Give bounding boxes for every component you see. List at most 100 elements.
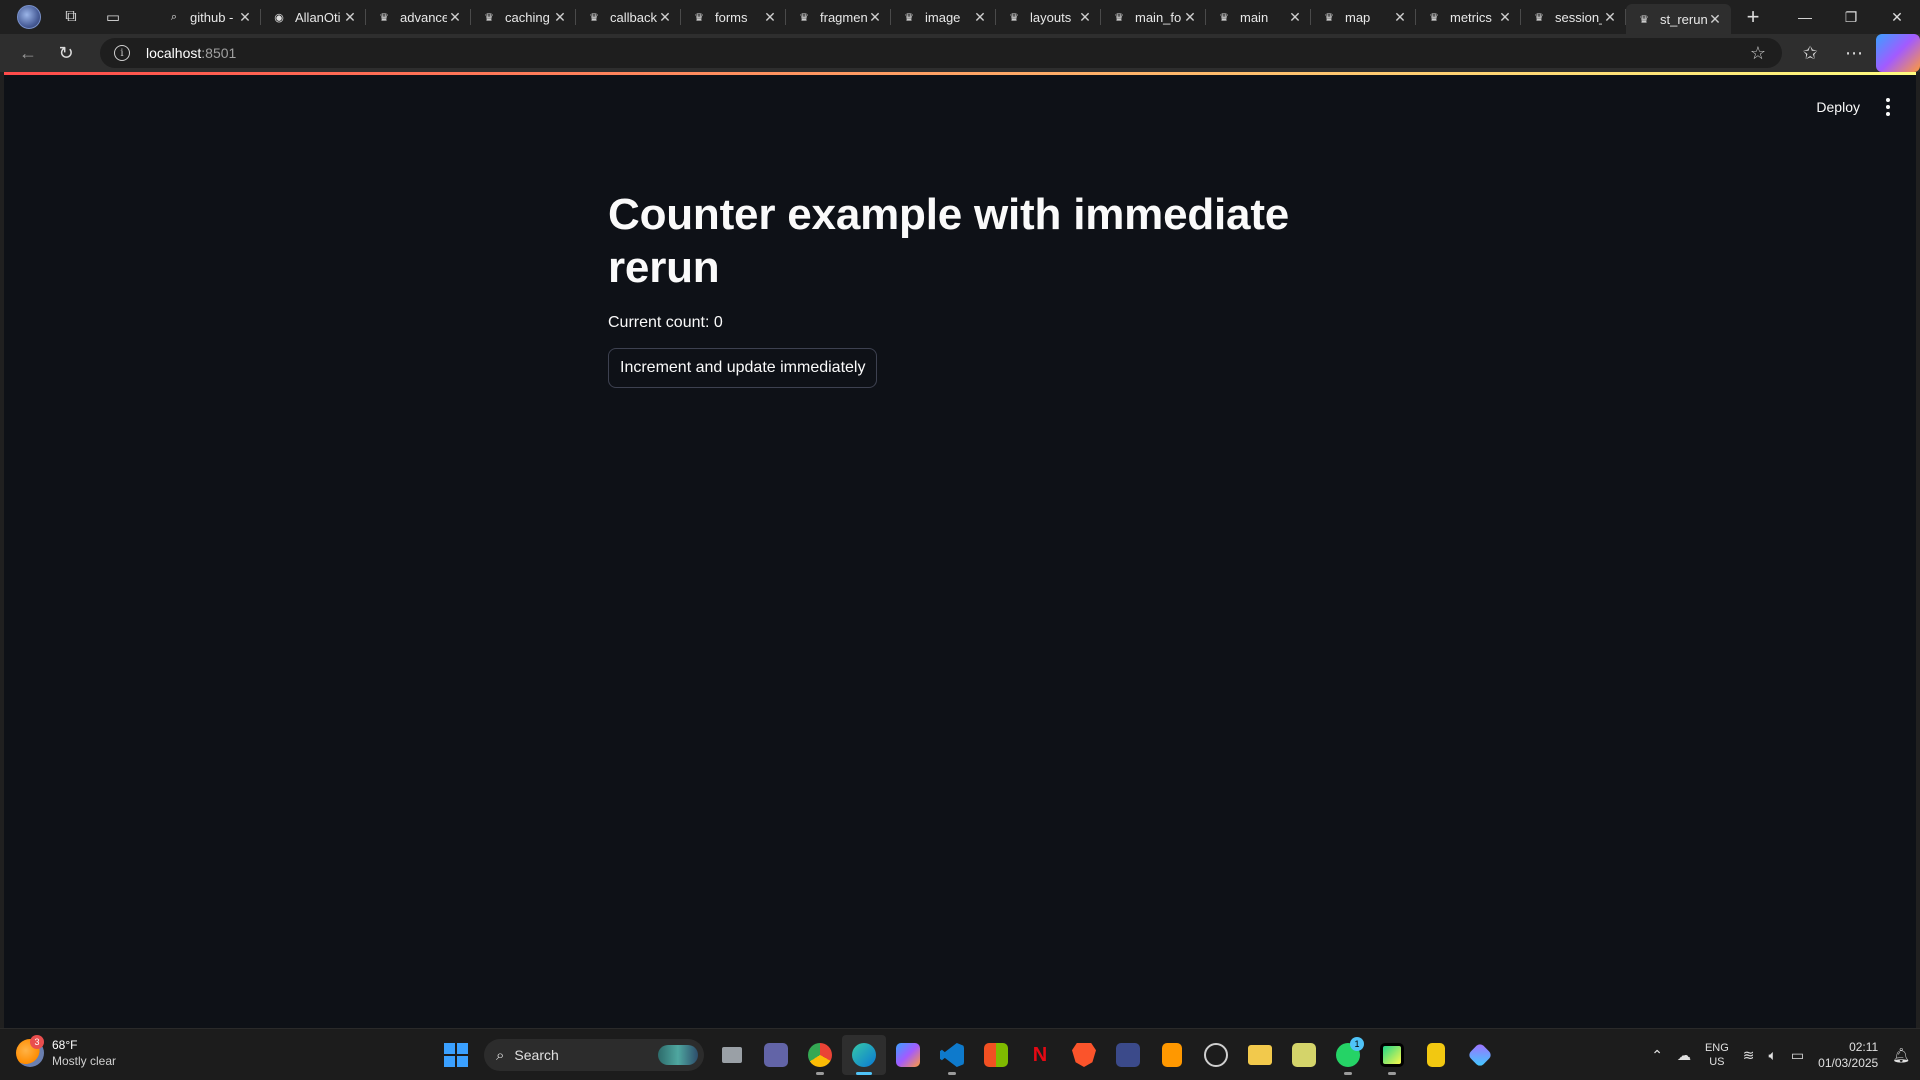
close-tab-icon[interactable]: ✕ — [1497, 9, 1513, 26]
whatsapp-button[interactable]: 1 — [1326, 1035, 1370, 1075]
browser-tab[interactable]: ♛ image ✕ — [891, 0, 996, 34]
close-tab-icon[interactable]: ✕ — [657, 9, 673, 26]
teams-chat-button[interactable] — [754, 1035, 798, 1075]
browser-tab[interactable]: ♛ caching ✕ — [471, 0, 576, 34]
new-tab-button[interactable]: + — [1735, 0, 1771, 34]
close-tab-icon[interactable]: ✕ — [1392, 9, 1408, 26]
chrome-icon — [808, 1043, 832, 1067]
streamlit-icon: ♛ — [1534, 11, 1544, 24]
close-tab-icon[interactable]: ✕ — [237, 9, 253, 26]
close-tab-icon[interactable]: ✕ — [552, 9, 568, 26]
browser-tab[interactable]: ♛ main ✕ — [1206, 0, 1311, 34]
close-tab-icon[interactable]: ✕ — [1287, 9, 1303, 26]
clock-date: 01/03/2025 — [1818, 1056, 1879, 1070]
task-view-button[interactable] — [710, 1035, 754, 1075]
url-text[interactable]: localhost:8501 — [146, 45, 236, 61]
search-placeholder: Search — [514, 1047, 559, 1063]
browser-tab[interactable]: ♛ layouts ✕ — [996, 0, 1101, 34]
lang-top: ENG — [1704, 1042, 1729, 1054]
chevron-up-icon[interactable]: ⌃ — [1651, 1047, 1663, 1064]
copilot-button[interactable] — [1876, 34, 1920, 72]
wifi-icon[interactable]: ≋ — [1743, 1047, 1755, 1064]
streamlit-icon: ♛ — [589, 11, 599, 24]
netflix-button[interactable]: N — [1018, 1035, 1062, 1075]
streamlit-icon: ♛ — [1639, 13, 1649, 26]
tab-label: image — [925, 9, 961, 25]
browser-tab[interactable]: ♛ fragmen ✕ — [786, 0, 891, 34]
profile-button[interactable] — [8, 0, 50, 34]
restore-icon: ❐ — [1844, 8, 1858, 25]
browser-tab[interactable]: ♛ callback ✕ — [576, 0, 681, 34]
chrome-button[interactable] — [798, 1035, 842, 1075]
browser-tab[interactable]: ♛ forms ✕ — [681, 0, 786, 34]
volume-icon[interactable]: 🔈︎ — [1769, 1047, 1777, 1064]
weather-widget[interactable]: 3 68°F Mostly clear — [16, 1035, 116, 1069]
browser-tab[interactable]: ♛ metrics ✕ — [1416, 0, 1521, 34]
site-info-icon[interactable]: i — [114, 45, 130, 61]
back-button[interactable]: ← — [10, 37, 46, 69]
vertical-tabs-button[interactable]: ▭ — [92, 0, 134, 34]
close-tab-icon[interactable]: ✕ — [447, 9, 463, 26]
streamlit-icon: ♛ — [1219, 11, 1229, 24]
app-header-actions: Deploy — [1816, 98, 1890, 116]
notification-bell-icon[interactable]: 🔔︎ — [1892, 1047, 1910, 1064]
streamlit-icon: ♛ — [1324, 11, 1334, 24]
editor-app-icon — [1116, 1043, 1140, 1067]
sublime-icon — [1162, 1043, 1182, 1067]
minimize-button[interactable]: — — [1782, 0, 1828, 34]
favorite-star-icon[interactable]: ☆ — [1750, 43, 1766, 64]
brave-button[interactable] — [1062, 1035, 1106, 1075]
address-bar[interactable]: i localhost:8501 ☆ — [100, 38, 1782, 68]
close-tab-icon[interactable]: ✕ — [762, 9, 778, 26]
store-button[interactable] — [974, 1035, 1018, 1075]
more-options-button[interactable]: ⋯ — [1832, 34, 1876, 72]
deploy-button[interactable]: Deploy — [1816, 99, 1860, 115]
chat-icon — [764, 1043, 788, 1067]
onedrive-icon[interactable]: ☁ — [1677, 1047, 1691, 1064]
close-tab-icon[interactable]: ✕ — [1602, 9, 1618, 26]
increment-button[interactable]: Increment and update immediately — [608, 348, 878, 388]
clock-time: 02:11 — [1849, 1040, 1879, 1054]
pycharm-button[interactable] — [1370, 1035, 1414, 1075]
language-indicator[interactable]: ENG US — [1705, 1041, 1729, 1069]
sublime-button[interactable] — [1150, 1035, 1194, 1075]
browser-tab[interactable]: ♛ advance ✕ — [366, 0, 471, 34]
snipping-tool-button[interactable] — [1282, 1035, 1326, 1075]
browser-tab[interactable]: ♛ main_fo ✕ — [1101, 0, 1206, 34]
browser-tab[interactable]: ♛ st_rerun ✕ — [1626, 4, 1731, 34]
powerbi-button[interactable] — [1414, 1035, 1458, 1075]
close-window-button[interactable]: ✕ — [1874, 0, 1920, 34]
battery-icon[interactable]: ▭ — [1791, 1047, 1804, 1064]
close-tab-icon[interactable]: ✕ — [1077, 9, 1093, 26]
vscode-button[interactable] — [930, 1035, 974, 1075]
browser-window: ⧉ ▭ ⌕ github - ✕ ◉ AllanOti ✕ ♛ advance ✕ ♛ cachin… — [0, 0, 1920, 1080]
browser-tab[interactable]: ◉ AllanOti ✕ — [261, 0, 366, 34]
editor-app-button[interactable] — [1106, 1035, 1150, 1075]
favorites-button[interactable]: ✩ — [1788, 34, 1832, 72]
browser-tab[interactable]: ♛ map ✕ — [1311, 0, 1416, 34]
netflix-icon: N — [1032, 1043, 1048, 1066]
obs-button[interactable] — [1194, 1035, 1238, 1075]
start-button[interactable] — [434, 1035, 478, 1075]
copilot-app-button[interactable] — [886, 1035, 930, 1075]
close-tab-icon[interactable]: ✕ — [1182, 9, 1198, 26]
close-tab-icon[interactable]: ✕ — [972, 9, 988, 26]
streamlit-icon: ♛ — [1009, 11, 1019, 24]
restore-button[interactable]: ❐ — [1828, 0, 1874, 34]
tab-label: map — [1345, 9, 1371, 25]
main-menu-icon[interactable] — [1886, 98, 1890, 116]
close-tab-icon[interactable]: ✕ — [1707, 11, 1723, 28]
obs-icon — [1204, 1043, 1228, 1067]
close-tab-icon[interactable]: ✕ — [867, 9, 883, 26]
reload-button[interactable]: ↻ — [48, 37, 84, 69]
browser-tab[interactable]: ♛ session_ ✕ — [1521, 0, 1626, 34]
close-tab-icon[interactable]: ✕ — [342, 9, 358, 26]
streamlit-icon: ♛ — [1114, 11, 1124, 24]
git-app-button[interactable] — [1458, 1035, 1502, 1075]
file-explorer-button[interactable] — [1238, 1035, 1282, 1075]
clock[interactable]: 02:11 01/03/2025 — [1818, 1039, 1878, 1071]
workspaces-button[interactable]: ⧉ — [50, 0, 92, 34]
browser-tab[interactable]: ⌕ github - ✕ — [156, 0, 261, 34]
taskbar-search[interactable]: ⌕ Search — [484, 1039, 704, 1071]
edge-button[interactable] — [842, 1035, 886, 1075]
